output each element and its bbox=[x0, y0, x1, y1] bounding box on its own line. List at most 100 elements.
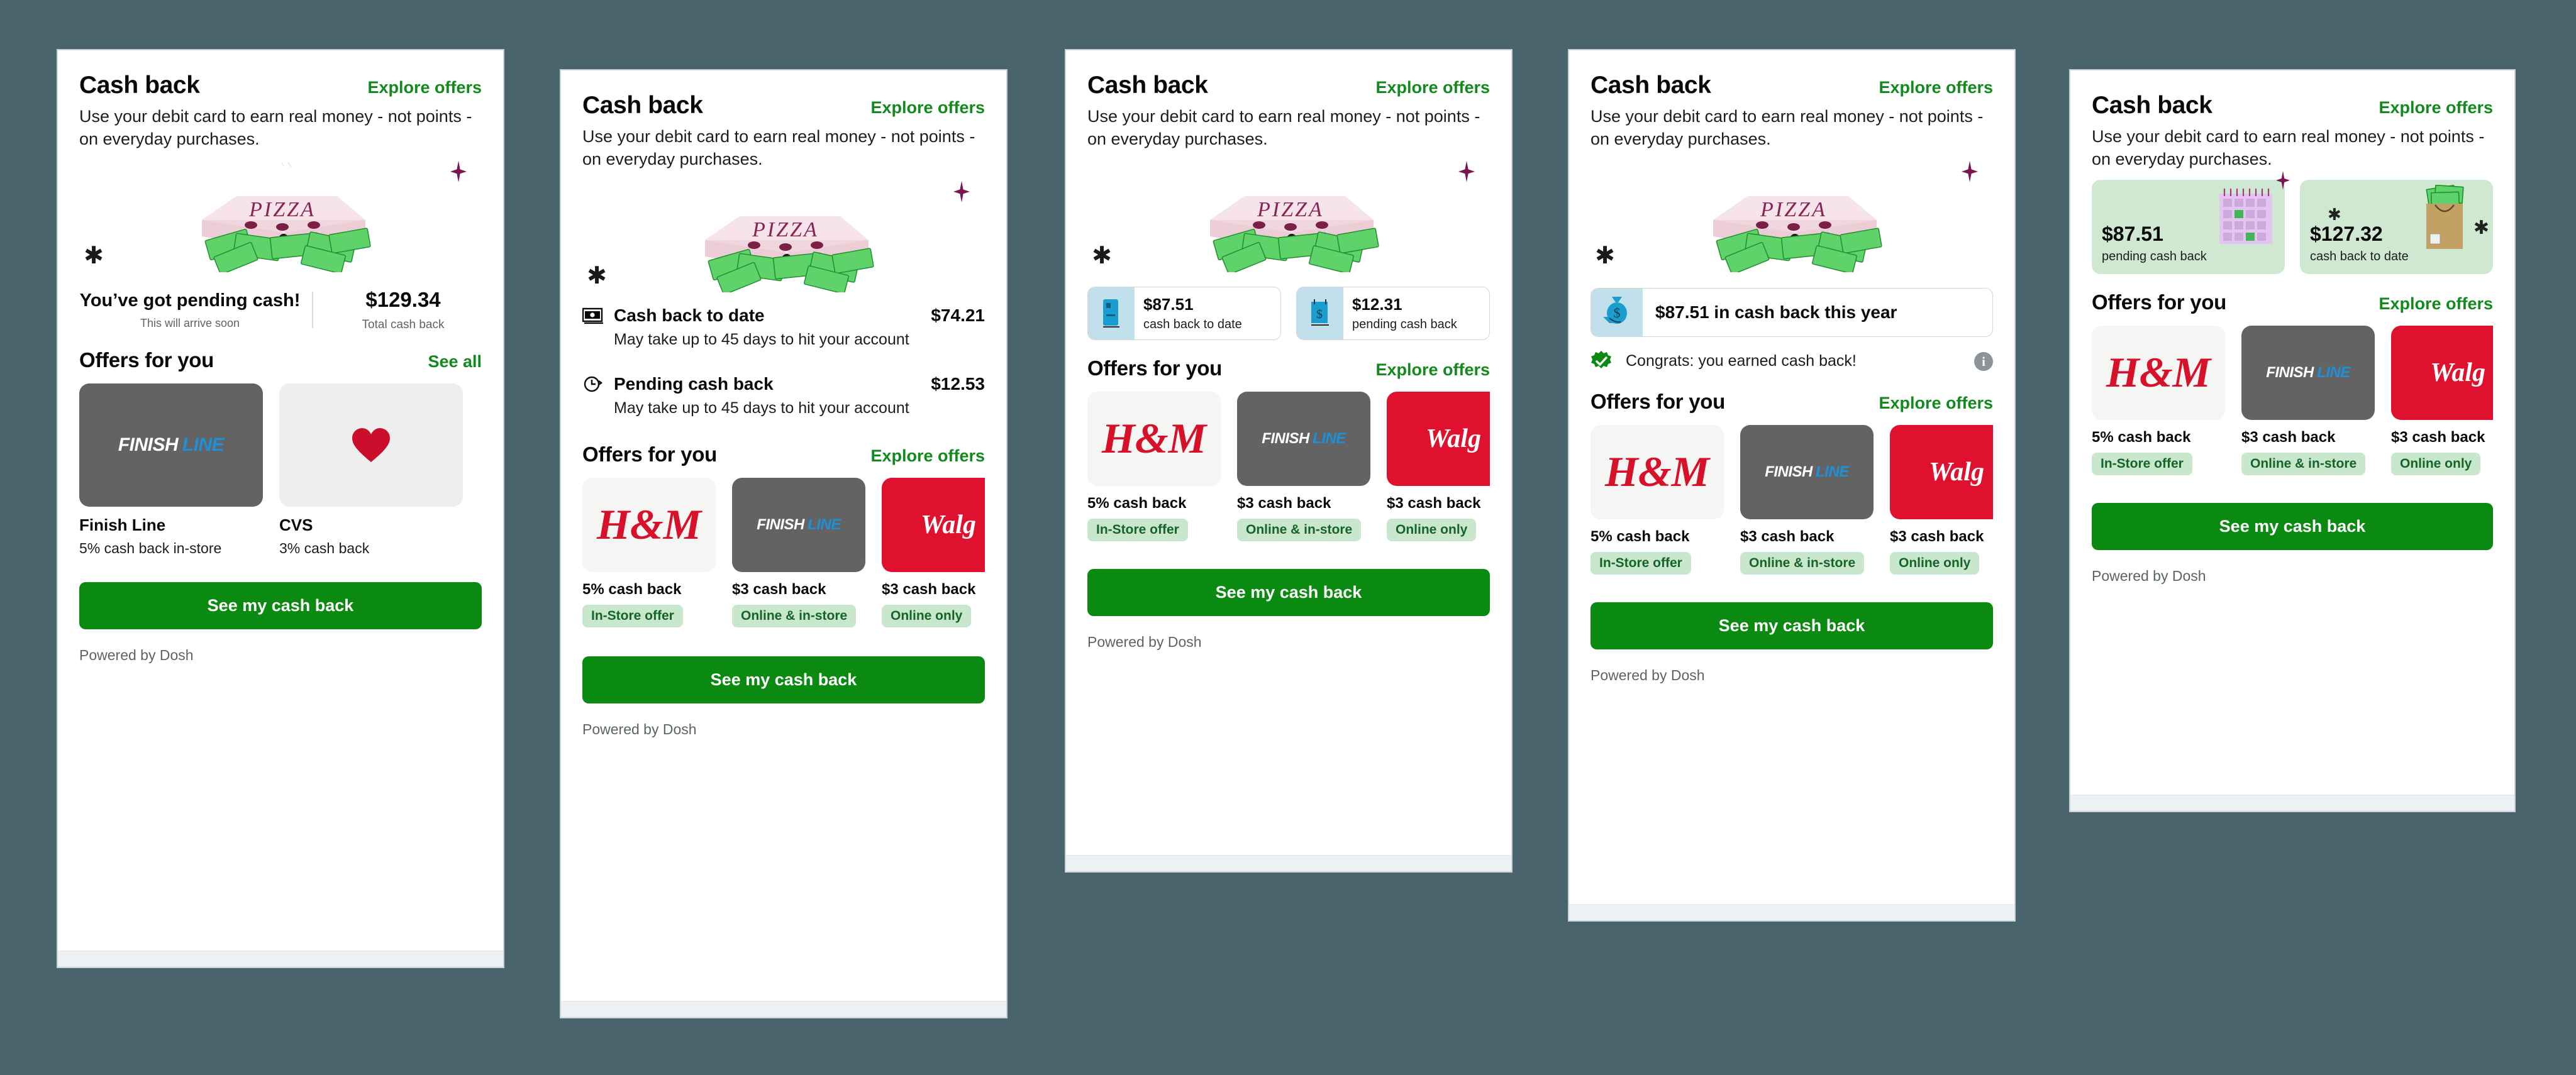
offer-badge: In-Store offer bbox=[1087, 518, 1188, 541]
pizza-illustration-wrap: ✱ PIZZA bbox=[1087, 160, 1490, 279]
see-my-cash-back-button[interactable]: See my cash back bbox=[79, 582, 482, 629]
see-my-cash-back-button[interactable]: See my cash back bbox=[1591, 602, 1993, 649]
offer-badge: In-Store offer bbox=[582, 604, 683, 627]
burst-star-icon: ✱ bbox=[587, 262, 607, 289]
explore-offers-link[interactable]: Explore offers bbox=[1375, 78, 1490, 97]
card-subtitle: Use your debit card to earn real money -… bbox=[79, 107, 472, 148]
explore-offers-link[interactable]: Explore offers bbox=[1879, 394, 1993, 413]
explore-offers-link[interactable]: Explore offers bbox=[1375, 360, 1490, 380]
card-footer-strip bbox=[1569, 904, 2014, 920]
card-header: Cash back Explore offers bbox=[79, 72, 482, 99]
cashback-year-banner[interactable]: $ $87.51 in cash back this year bbox=[1591, 287, 1993, 337]
offers-strip[interactable]: H&M 5% cash back In-Store offer FINISH LI… bbox=[2092, 325, 2493, 475]
offer-tile[interactable]: H&M 5% cash back In-Store offer bbox=[582, 477, 716, 627]
card-footer-strip bbox=[561, 1001, 1006, 1017]
offer-tile[interactable]: H&M 5% cash back In-Store offer bbox=[2092, 325, 2225, 475]
offer-badge: Online & in-store bbox=[732, 604, 857, 627]
info-icon[interactable]: i bbox=[1974, 351, 1993, 371]
offer-tile[interactable]: FINISH LINE $3 cash back Online & in-stor… bbox=[732, 477, 865, 627]
screenshot-stage: Cash back Explore offers Use your debit … bbox=[0, 0, 2576, 1075]
explore-offers-link[interactable]: Explore offers bbox=[870, 98, 985, 118]
pill-label: pending cash back bbox=[1352, 317, 1457, 331]
walgreens-logo: Walg bbox=[1890, 424, 1993, 519]
offer-amount: $3 cash back bbox=[1387, 494, 1481, 512]
see-my-cash-back-button[interactable]: See my cash back bbox=[1087, 568, 1490, 616]
svg-text:PIZZA: PIZZA bbox=[752, 218, 819, 241]
offers-strip[interactable]: H&M 5% cash back In-Store offer FINISH LI… bbox=[1591, 424, 1993, 575]
finish-line-logo: FINISH LINE bbox=[2241, 325, 2375, 420]
sparkle-icon bbox=[450, 160, 467, 182]
cvs-logo bbox=[279, 383, 463, 507]
pizza-illustration-wrap: ✱ PIZZA bbox=[1591, 160, 1993, 279]
stat-value: $12.53 bbox=[931, 373, 985, 394]
offer-badge: Online only bbox=[1890, 551, 1980, 575]
card-footer-strip bbox=[2070, 795, 2514, 811]
offer-badge: Online only bbox=[1387, 518, 1477, 541]
offer-tile[interactable]: Walg $3 cash back Online only bbox=[2391, 325, 2493, 475]
powered-by-label: Powered by Dosh bbox=[2092, 567, 2206, 584]
card-body: Cash back Explore offers Use your debit … bbox=[2070, 70, 2514, 795]
finish-line-logo: FINISH LINE bbox=[1237, 391, 1370, 486]
offer-tile[interactable]: FINISH LINE $3 cash back Online & in-stor… bbox=[1740, 424, 1874, 575]
card-body: Cash back Explore offers Use your debit … bbox=[561, 70, 1006, 1001]
offer-tile[interactable]: CVS 3% cash back bbox=[279, 383, 463, 557]
pizza-box-with-cash-illustration: PIZZA bbox=[202, 162, 371, 272]
pizza-box-with-cash-illustration: PIZZA bbox=[1210, 196, 1379, 272]
sparkle-icon bbox=[2276, 170, 2290, 190]
page-title: Cash back bbox=[2092, 92, 2212, 119]
sparkle-icon bbox=[953, 180, 970, 202]
page-title: Cash back bbox=[79, 72, 200, 99]
walgreens-logo: Walg bbox=[2391, 325, 2493, 420]
offer-tile[interactable]: Walg $3 cash back Online only bbox=[1890, 424, 1993, 575]
pizza-illustration-wrap: ✱ PIZZA bbox=[79, 160, 482, 279]
cash-note-icon: $ bbox=[1297, 287, 1343, 339]
card-subtitle: Use your debit card to earn real money -… bbox=[582, 127, 975, 168]
offer-amount: $3 cash back bbox=[732, 580, 826, 598]
burst-star-icon: ✱ bbox=[1092, 242, 1112, 269]
cashback-card-pill-stats: Cash back Explore offers Use your debit … bbox=[1065, 49, 1513, 873]
burst-star-icon: ✱ bbox=[2473, 217, 2489, 238]
explore-offers-link[interactable]: Explore offers bbox=[1879, 78, 1993, 97]
explore-offers-link[interactable]: Explore offers bbox=[2379, 294, 2493, 314]
offers-header: Offers for you Explore offers bbox=[582, 443, 985, 466]
green-tiles-row: $87.51 pending cash back ✱ ✱ $127.32 cas… bbox=[2092, 170, 2493, 274]
green-stat-tile[interactable]: ✱ ✱ $127.32 cash back to date bbox=[2300, 179, 2493, 274]
offers-header: Offers for you Explore offers bbox=[2092, 290, 2493, 314]
offers-title: Offers for you bbox=[2092, 290, 2226, 314]
card-body: Cash back Explore offers Use your debit … bbox=[58, 50, 503, 951]
stat-note: May take up to 45 days to hit your accou… bbox=[614, 399, 909, 417]
pizza-illustration-wrap: ✱ PIZZA bbox=[582, 180, 985, 299]
see-my-cash-back-button[interactable]: See my cash back bbox=[582, 656, 985, 703]
stat-pill[interactable]: $ $12.31 pending cash back bbox=[1296, 286, 1490, 340]
stat-pill[interactable]: $87.51 cash back to date bbox=[1087, 286, 1281, 340]
offers-strip[interactable]: H&M 5% cash back In-Store offer FINISH LI… bbox=[1087, 391, 1490, 541]
see-all-link[interactable]: See all bbox=[428, 352, 482, 372]
heart-icon bbox=[352, 427, 390, 462]
powered-by-label: Powered by Dosh bbox=[582, 720, 697, 737]
offers-strip[interactable]: H&M 5% cash back In-Store offer FINISH LI… bbox=[582, 477, 985, 627]
stat-note: May take up to 45 days to hit your accou… bbox=[614, 330, 909, 348]
offer-tile[interactable]: H&M 5% cash back In-Store offer bbox=[1087, 391, 1221, 541]
offer-tile[interactable]: FINISH LINE $3 cash back Online & in-stor… bbox=[1237, 391, 1370, 541]
total-cashback-label: Total cash back bbox=[362, 317, 445, 331]
stat-label: Pending cash back bbox=[614, 373, 774, 394]
explore-offers-link[interactable]: Explore offers bbox=[870, 446, 985, 466]
see-my-cash-back-button[interactable]: See my cash back bbox=[2092, 502, 2493, 550]
cashback-card-pending: Cash back Explore offers Use your debit … bbox=[57, 49, 504, 968]
offers-strip[interactable]: FINISH LINE Finish Line 5% cash back in-s… bbox=[79, 383, 482, 557]
finish-line-logo: FINISH LINE bbox=[732, 477, 865, 572]
svg-text:PIZZA: PIZZA bbox=[248, 198, 316, 221]
offer-tile[interactable]: Walg $3 cash back Online only bbox=[882, 477, 985, 627]
card-subtitle: Use your debit card to earn real money -… bbox=[2092, 127, 2485, 168]
offer-tile[interactable]: Walg $3 cash back Online only bbox=[1387, 391, 1490, 541]
offer-tile[interactable]: FINISH LINE $3 cash back Online & in-stor… bbox=[2241, 325, 2375, 475]
explore-offers-link[interactable]: Explore offers bbox=[367, 78, 482, 97]
green-stat-tile[interactable]: $87.51 pending cash back bbox=[2092, 170, 2290, 274]
sparkle-icon bbox=[1962, 160, 1978, 182]
explore-offers-link[interactable]: Explore offers bbox=[2379, 98, 2493, 118]
offer-tile[interactable]: H&M 5% cash back In-Store offer bbox=[1591, 424, 1724, 575]
hero-note: This will arrive soon bbox=[140, 317, 240, 329]
svg-text:PIZZA: PIZZA bbox=[1257, 198, 1324, 221]
offer-amount: $3 cash back bbox=[2241, 428, 2336, 446]
offer-tile[interactable]: FINISH LINE Finish Line 5% cash back in-s… bbox=[79, 383, 263, 557]
